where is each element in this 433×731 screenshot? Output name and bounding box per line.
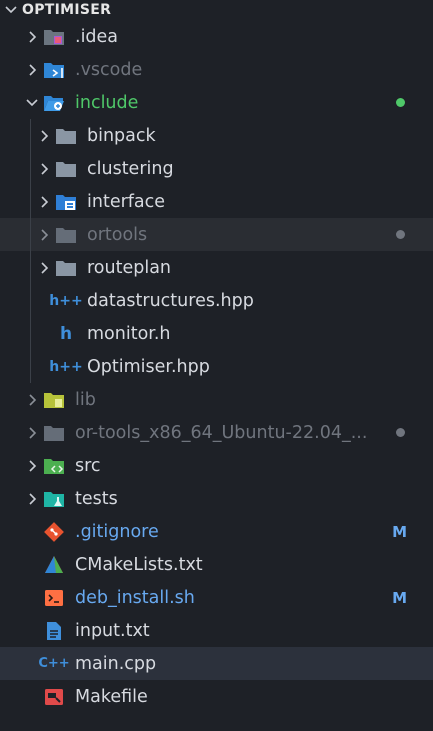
tree-item-routeplan[interactable]: routeplan	[0, 251, 433, 284]
chevron-right-icon[interactable]	[33, 224, 55, 246]
git-status-dot	[396, 230, 405, 239]
tree-item-label: interface	[87, 191, 166, 212]
chevron-right-icon[interactable]	[33, 125, 55, 147]
tree-item-label: CMakeLists.txt	[75, 554, 203, 575]
tree-item-label: deb_install.sh	[75, 587, 195, 608]
tree-item-ortools[interactable]: ortools	[0, 218, 433, 251]
chevron-right-icon[interactable]	[21, 455, 43, 477]
chevron-down-icon[interactable]	[0, 0, 22, 21]
tree-item-label: datastructures.hpp	[87, 290, 254, 311]
shell-icon	[43, 587, 65, 609]
chevron-down-icon[interactable]	[21, 92, 43, 114]
tree-item-label: tests	[75, 488, 118, 509]
makefile-icon	[43, 686, 65, 708]
chevron-right-icon[interactable]	[33, 158, 55, 180]
tree-item-label: Makefile	[75, 686, 148, 707]
folder-icon	[55, 125, 77, 147]
explorer-header[interactable]: OPTIMISER	[0, 0, 433, 20]
tree-item-input-txt[interactable]: input.txt	[0, 614, 433, 647]
tree-item-deb-install[interactable]: deb_install.sh M	[0, 581, 433, 614]
chevron-right-icon[interactable]	[21, 59, 43, 81]
tree-item-gitignore[interactable]: .gitignore M	[0, 515, 433, 548]
tree-item-or-tools-ubuntu[interactable]: or-tools_x86_64_Ubuntu-22.04_...	[0, 416, 433, 449]
include-folder-open-icon	[43, 92, 65, 114]
tree-item-label: binpack	[87, 125, 156, 146]
tree-item-interface[interactable]: interface	[0, 185, 433, 218]
folder-icon	[55, 224, 77, 246]
tree-item-label: routeplan	[87, 257, 172, 278]
git-status-dot	[396, 98, 405, 107]
chevron-right-icon[interactable]	[33, 257, 55, 279]
tree-item-optimiser-hpp[interactable]: h++ Optimiser.hpp	[0, 350, 433, 383]
tree-item-label: clustering	[87, 158, 174, 179]
lib-folder-icon	[43, 389, 65, 411]
git-modified-badge: M	[392, 588, 407, 607]
cmake-icon	[43, 554, 65, 576]
tree-item-main-cpp[interactable]: C++ main.cpp	[0, 647, 433, 680]
tree-item-monitor-h[interactable]: h monitor.h	[0, 317, 433, 350]
vscode-folder-icon	[43, 59, 65, 81]
indent-guide	[30, 185, 31, 218]
folder-icon	[55, 257, 77, 279]
src-folder-icon	[43, 455, 65, 477]
indent-guide	[30, 218, 31, 251]
tree-item-label: input.txt	[75, 620, 150, 641]
tree-item-label: .gitignore	[75, 521, 159, 542]
interface-folder-icon	[55, 191, 77, 213]
tree-item-label: monitor.h	[87, 323, 171, 344]
explorer-title: OPTIMISER	[22, 2, 112, 18]
indent-guide	[30, 251, 31, 284]
tree-item-label: Optimiser.hpp	[87, 356, 210, 377]
tests-folder-icon	[43, 488, 65, 510]
tree-item-datastructures-hpp[interactable]: h++ datastructures.hpp	[0, 284, 433, 317]
tree-item-binpack[interactable]: binpack	[0, 119, 433, 152]
idea-folder-icon	[43, 26, 65, 48]
tree-item-include[interactable]: include	[0, 86, 433, 119]
chevron-right-icon[interactable]	[21, 488, 43, 510]
file-explorer: OPTIMISER .idea .vscode include binpack	[0, 0, 433, 731]
hpp-file-icon: h++	[49, 292, 83, 309]
indent-guide	[30, 317, 31, 350]
tree-item-label: .idea	[75, 26, 119, 47]
git-status-dot	[396, 428, 405, 437]
tree-item-label: main.cpp	[75, 653, 157, 674]
h-file-icon: h	[59, 323, 73, 344]
folder-icon	[43, 422, 65, 444]
chevron-right-icon[interactable]	[21, 26, 43, 48]
tree-item-label: or-tools_x86_64_Ubuntu-22.04_...	[75, 422, 368, 443]
git-modified-badge: M	[392, 522, 407, 541]
tree-item-label: .vscode	[75, 59, 143, 80]
text-file-icon	[43, 620, 65, 642]
chevron-right-icon[interactable]	[33, 191, 55, 213]
tree-item-label: include	[75, 92, 139, 113]
tree-item-makefile[interactable]: Makefile	[0, 680, 433, 713]
tree-item-cmakelists[interactable]: CMakeLists.txt	[0, 548, 433, 581]
tree-item-tests[interactable]: tests	[0, 482, 433, 515]
indent-guide	[30, 284, 31, 317]
tree-item-label: src	[75, 455, 101, 476]
tree-item-src[interactable]: src	[0, 449, 433, 482]
chevron-right-icon[interactable]	[21, 422, 43, 444]
tree-item-lib[interactable]: lib	[0, 383, 433, 416]
git-icon	[43, 521, 65, 543]
chevron-right-icon[interactable]	[21, 389, 43, 411]
tree-item-label: lib	[75, 389, 96, 410]
tree-item-vscode[interactable]: .vscode	[0, 53, 433, 86]
cpp-file-icon: C++	[38, 656, 70, 671]
tree-item-clustering[interactable]: clustering	[0, 152, 433, 185]
indent-guide	[30, 152, 31, 185]
tree-item-label: ortools	[87, 224, 148, 245]
hpp-file-icon: h++	[49, 358, 83, 375]
tree-item-idea[interactable]: .idea	[0, 20, 433, 53]
folder-icon	[55, 158, 77, 180]
indent-guide	[30, 350, 31, 383]
indent-guide	[30, 119, 31, 152]
